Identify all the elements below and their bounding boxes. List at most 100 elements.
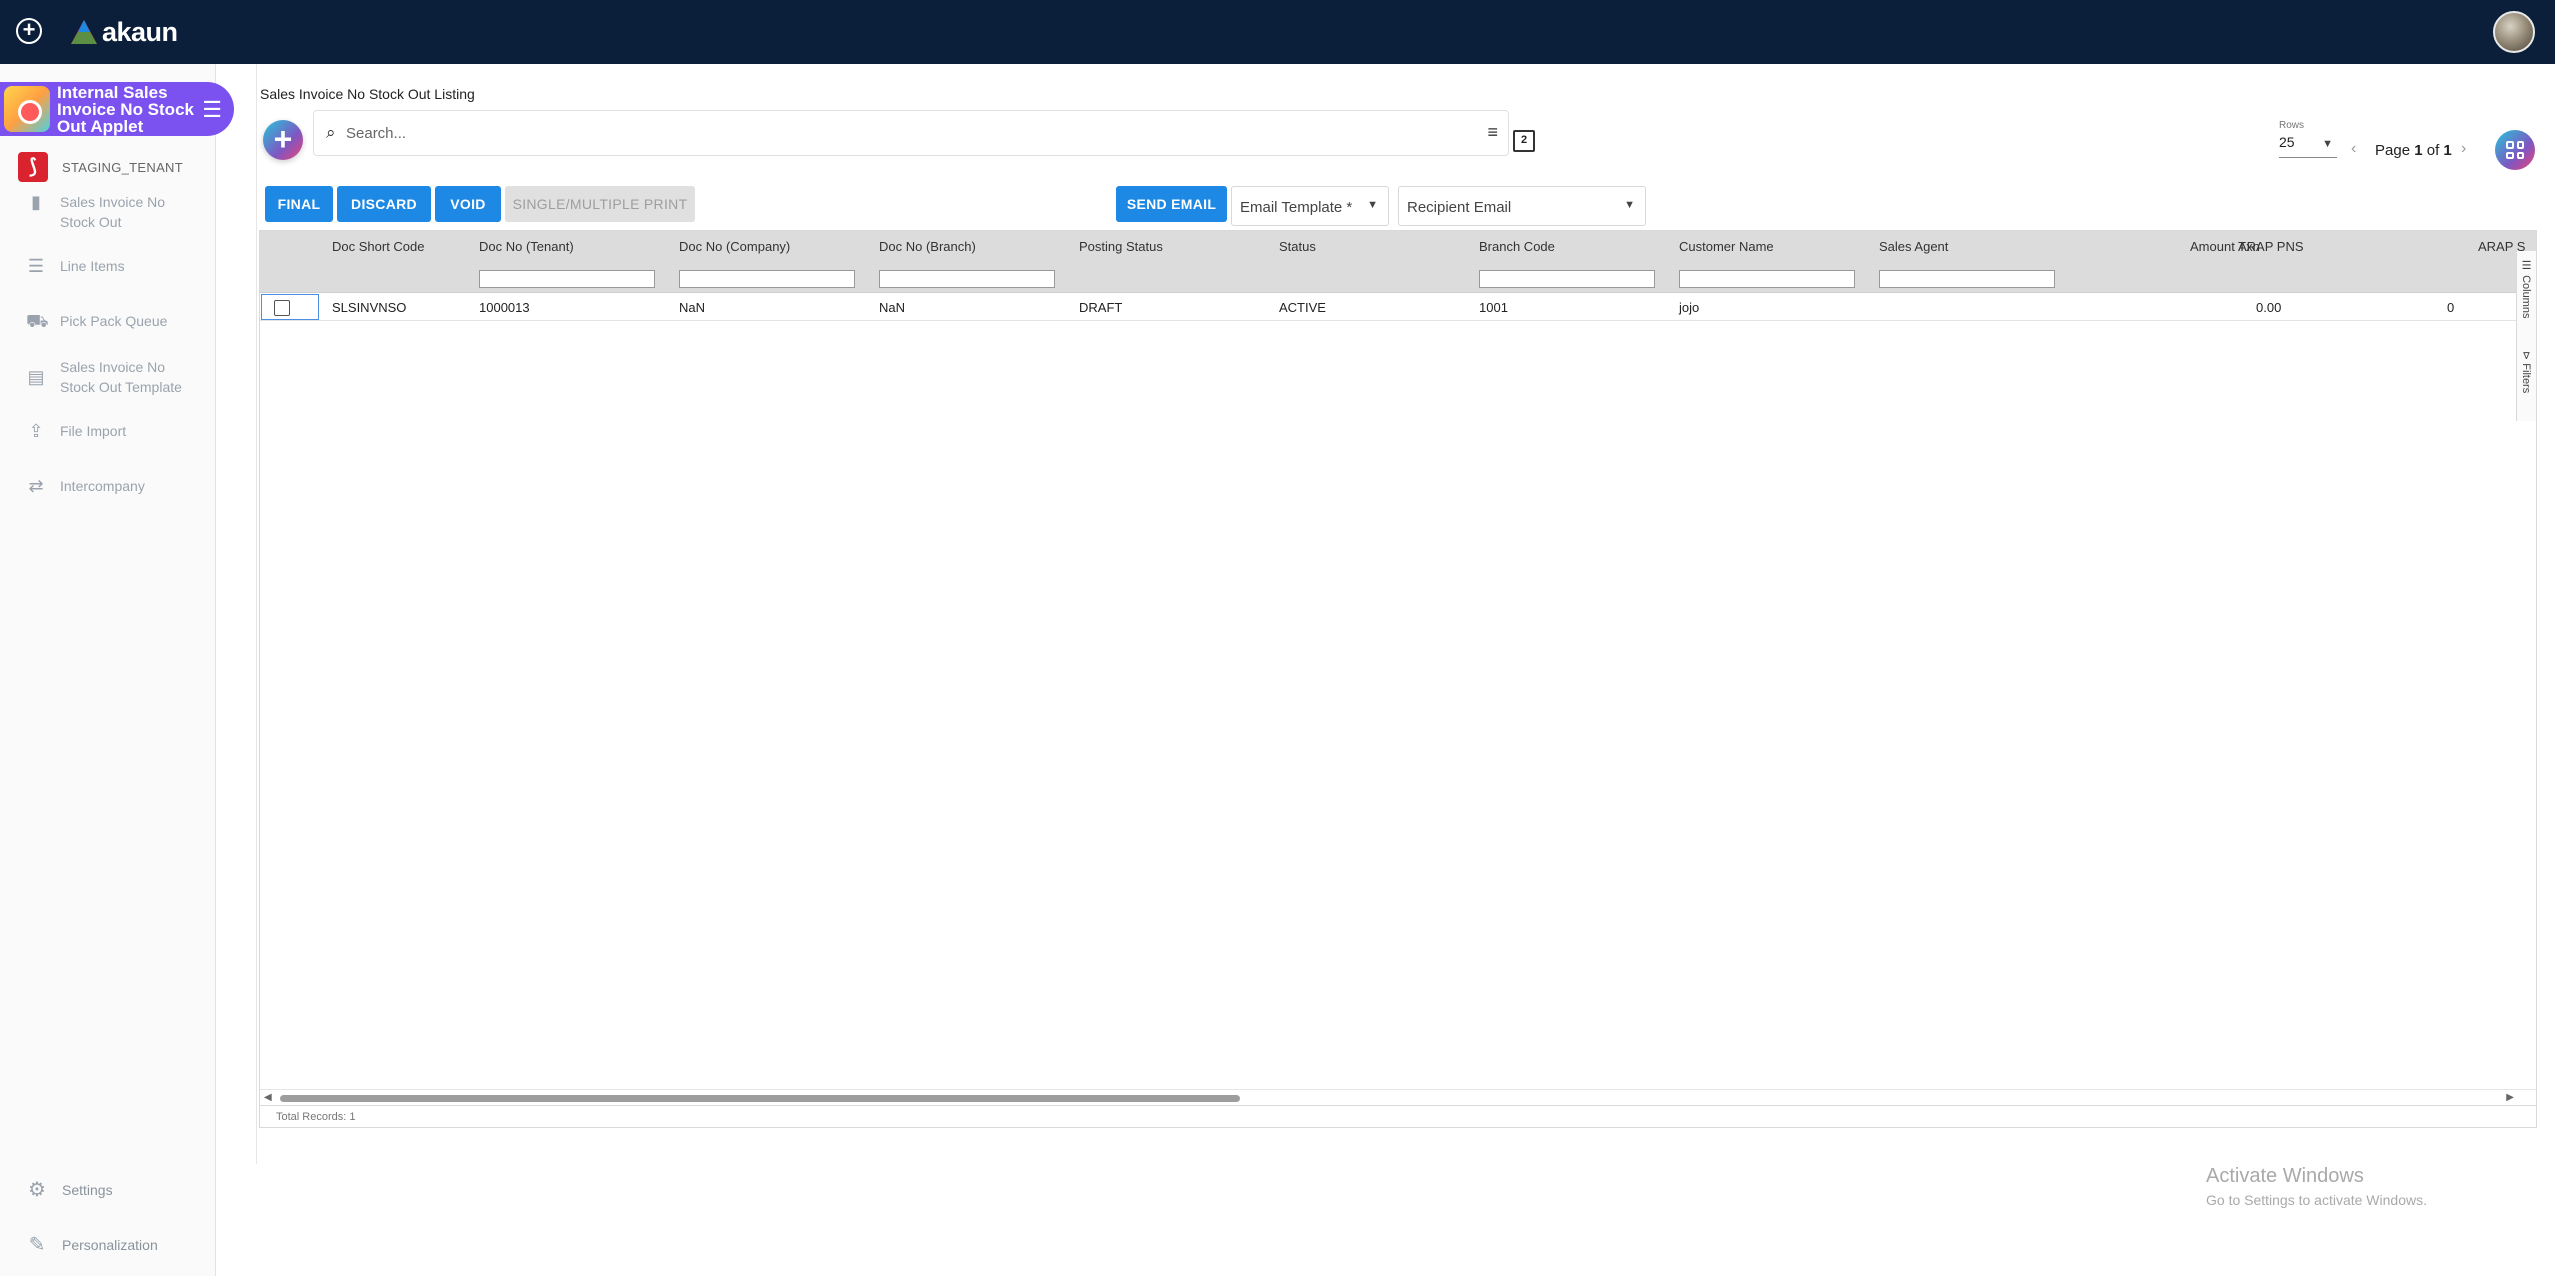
discard-button[interactable]: DISCARD xyxy=(337,186,431,222)
sidebar-item-file-import[interactable]: ⇪ File Import xyxy=(26,421,206,441)
applet-header: Internal Sales Invoice No Stock Out Appl… xyxy=(0,82,234,136)
document-icon: ▮ xyxy=(31,192,41,212)
rows-per-page-select[interactable]: 25 ▼ xyxy=(2279,134,2337,158)
rows-value: 25 xyxy=(2279,134,2295,150)
sidebar-item-label: File Import xyxy=(60,423,127,439)
cell-doc-no-company: NaN xyxy=(679,300,706,315)
print-button[interactable]: SINGLE/MULTIPLE PRINT xyxy=(505,186,695,222)
cell-posting-status: DRAFT xyxy=(1079,300,1123,315)
row-checkbox[interactable] xyxy=(274,300,290,316)
sidebar-item-pick-pack-queue[interactable]: ⛟ Pick Pack Queue xyxy=(26,311,206,331)
menu-collapse-icon[interactable]: ☰ xyxy=(202,97,222,123)
email-template-select[interactable]: Email Template * ▼ xyxy=(1231,186,1389,226)
grid-header: Doc Short Code Doc No (Tenant) Doc No (C… xyxy=(260,231,2536,263)
void-button[interactable]: VOID xyxy=(435,186,501,222)
cell-doc-short-code: SLSINVNSO xyxy=(332,300,407,315)
transfer-icon: ⇄ xyxy=(28,476,44,496)
grid-view-button[interactable] xyxy=(2495,130,2535,170)
sidebar-item-label: Sales Invoice No Stock Out xyxy=(60,194,166,230)
final-button[interactable]: FINAL xyxy=(265,186,333,222)
row-select-cell[interactable] xyxy=(261,294,319,320)
scroll-right-icon[interactable]: ▶ xyxy=(2506,1092,2514,1103)
sidebar-item-label: Intercompany xyxy=(60,478,145,494)
total-records: Total Records: 1 xyxy=(276,1111,356,1123)
cell-customer-name: jojo xyxy=(1679,300,1700,315)
cell-status: ACTIVE xyxy=(1279,300,1326,315)
sidebar-item-template[interactable]: ▤ Sales Invoice No Stock Out Template xyxy=(26,357,206,397)
column-header[interactable]: ARAP PNS xyxy=(2238,239,2304,254)
page-title: Sales Invoice No Stock Out Listing xyxy=(260,86,475,102)
scroll-left-icon[interactable]: ◀ xyxy=(264,1092,272,1103)
cell-branch-code: 1001 xyxy=(1479,300,1508,315)
sidebar-item-label: Pick Pack Queue xyxy=(60,313,168,329)
column-filter-input[interactable] xyxy=(1879,270,2055,288)
personalization-icon: ✎ xyxy=(28,1234,46,1256)
data-grid: Doc Short Code Doc No (Tenant) Doc No (C… xyxy=(259,230,2537,1106)
column-header[interactable]: Doc No (Branch) xyxy=(879,239,976,254)
truck-icon: ⛟ xyxy=(26,311,49,331)
windows-activation-watermark: Activate Windows Go to Settings to activ… xyxy=(2206,1165,2427,1208)
sidebar-item-line-items[interactable]: ☰ Line Items xyxy=(26,256,206,276)
email-template-label: Email Template * xyxy=(1240,199,1353,216)
sidebar-item-label: Sales Invoice No Stock Out Template xyxy=(60,359,182,395)
tenant-logo-icon: ⟆ xyxy=(18,152,48,182)
recipient-email-select[interactable]: Recipient Email ▼ xyxy=(1398,186,1646,226)
list-icon: ☰ xyxy=(27,256,45,276)
send-email-button[interactable]: SEND EMAIL xyxy=(1116,186,1227,222)
column-filter-input[interactable] xyxy=(1679,270,1855,288)
column-filter-input[interactable] xyxy=(1479,270,1655,288)
export-icon[interactable]: 2 xyxy=(1513,130,1535,152)
table-row[interactable]: SLSINVNSO 1000013 NaN NaN DRAFT ACTIVE 1… xyxy=(260,293,2536,321)
scrollbar-thumb[interactable] xyxy=(280,1095,1240,1102)
caret-down-icon: ▼ xyxy=(1624,199,1635,211)
column-header[interactable]: Branch Code xyxy=(1479,239,1555,254)
tenant-name: STAGING_TENANT xyxy=(62,159,183,175)
columns-tab[interactable]: ☰ Columns xyxy=(2520,259,2533,318)
sidebar-item-sales-invoice[interactable]: ▮ Sales Invoice No Stock Out xyxy=(26,192,206,232)
column-header[interactable]: Doc No (Tenant) xyxy=(479,239,574,254)
filters-tab[interactable]: ⊳ Filters xyxy=(2520,351,2533,393)
upload-icon: ⇪ xyxy=(28,421,44,441)
gear-icon: ⚙ xyxy=(28,1179,46,1201)
grid-filter-row xyxy=(260,263,2536,293)
add-record-button[interactable]: + xyxy=(263,120,303,160)
filter-icon[interactable]: ≡ xyxy=(1487,122,1498,143)
search-bar: ⌕ ≡ xyxy=(313,110,1509,156)
sidebar-item-label: Settings xyxy=(62,1182,113,1198)
rows-label: Rows xyxy=(2279,120,2305,131)
column-filter-input[interactable] xyxy=(479,270,655,288)
grid-footer: Total Records: 1 xyxy=(259,1106,2537,1128)
sidebar-item-personalization[interactable]: ✎ Personalization xyxy=(26,1234,158,1256)
page-indicator: Page 1 of 1 xyxy=(2375,142,2452,159)
logo-text: akaun xyxy=(102,16,178,47)
column-header[interactable]: Doc No (Company) xyxy=(679,239,790,254)
sidebar-item-label: Personalization xyxy=(62,1237,158,1253)
cell-doc-no-tenant: 1000013 xyxy=(479,300,530,315)
add-circle-icon[interactable]: + xyxy=(16,18,42,44)
tenant-selector[interactable]: ⟆ STAGING_TENANT xyxy=(18,152,183,182)
horizontal-scrollbar[interactable]: ◀ ▶ xyxy=(260,1089,2536,1105)
akaun-logo-icon xyxy=(71,20,97,44)
column-filter-input[interactable] xyxy=(679,270,855,288)
template-icon: ▤ xyxy=(27,367,45,387)
chevron-left-icon[interactable]: ‹ xyxy=(2351,140,2356,158)
user-avatar[interactable] xyxy=(2493,11,2535,53)
column-header[interactable]: Sales Agent xyxy=(1879,239,1948,254)
watermark-title: Activate Windows xyxy=(2206,1165,2364,1187)
chevron-right-icon[interactable]: › xyxy=(2461,140,2466,158)
column-filter-input[interactable] xyxy=(879,270,1055,288)
app-logo[interactable]: akaun xyxy=(70,16,178,48)
sidebar-item-label: Line Items xyxy=(60,258,125,274)
cell-doc-no-branch: NaN xyxy=(879,300,906,315)
cell-arap-pns: 0 xyxy=(2447,300,2455,315)
recipient-email-label: Recipient Email xyxy=(1407,199,1512,216)
column-header[interactable]: Doc Short Code xyxy=(332,239,425,254)
column-header[interactable]: Customer Name xyxy=(1679,239,1774,254)
caret-down-icon: ▼ xyxy=(1367,199,1378,211)
column-header[interactable]: Status xyxy=(1279,239,1316,254)
sidebar-item-settings[interactable]: ⚙ Settings xyxy=(26,1179,113,1201)
main-content: Sales Invoice No Stock Out Listing + ⌕ ≡… xyxy=(256,64,2541,1164)
search-input[interactable] xyxy=(346,121,1446,145)
sidebar-item-intercompany[interactable]: ⇄ Intercompany xyxy=(26,476,206,496)
column-header[interactable]: Posting Status xyxy=(1079,239,1163,254)
